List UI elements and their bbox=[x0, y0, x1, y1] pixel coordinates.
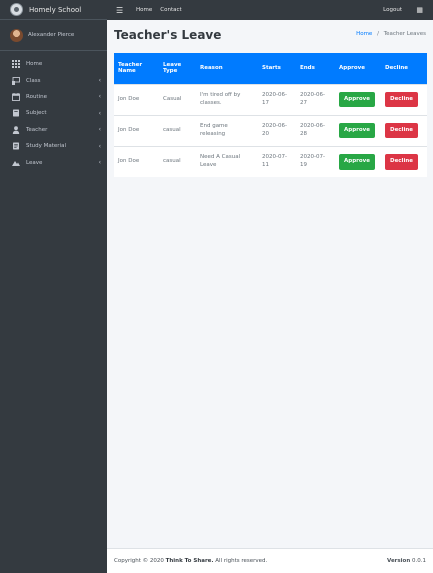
version-number: 0.0.1 bbox=[412, 558, 426, 564]
apps-grid-icon[interactable]: ▦ bbox=[416, 6, 423, 14]
cell-ends: 2020-06-28 bbox=[296, 114, 335, 146]
decline-button[interactable]: Decline bbox=[385, 122, 418, 139]
cell-decline: Decline bbox=[381, 114, 427, 146]
brand-link[interactable]: Homely School bbox=[0, 0, 107, 20]
chevron-left-icon: ‹ bbox=[98, 93, 101, 101]
cell-decline: Decline bbox=[381, 83, 427, 115]
routine-icon bbox=[12, 92, 20, 101]
chevron-left-icon: ‹ bbox=[98, 126, 101, 134]
column-header-approve: Approve bbox=[335, 53, 381, 84]
sidebar-item-label: Leave bbox=[26, 159, 43, 166]
cell-reason: End game releasing bbox=[196, 114, 258, 146]
table-row: Jon Doe Casual I'm tired off by classes.… bbox=[114, 83, 427, 115]
column-header-reason: Reason bbox=[196, 53, 258, 84]
cell-teacher-name: Jon Doe bbox=[114, 114, 159, 146]
decline-button[interactable]: Decline bbox=[385, 91, 418, 108]
page-title: Teacher's Leave bbox=[114, 28, 222, 42]
approve-button[interactable]: Approve bbox=[339, 153, 375, 170]
column-header-teacher-name: Teacher Name bbox=[114, 53, 159, 84]
version-label: Version bbox=[386, 558, 411, 564]
cell-leave-type: casual bbox=[159, 114, 196, 146]
cell-leave-type: Casual bbox=[159, 83, 196, 115]
sidebar-item-label: Teacher bbox=[26, 126, 48, 133]
main-content: Teacher's Leave Home / Teacher Leaves Te… bbox=[107, 20, 433, 548]
sidebar-item-class[interactable]: Class ‹ bbox=[0, 72, 107, 88]
cell-decline: Decline bbox=[381, 145, 427, 177]
sidebar-item-home[interactable]: Home bbox=[0, 56, 107, 72]
teacher-icon bbox=[12, 126, 20, 134]
nav-contact-link[interactable]: Contact bbox=[160, 7, 181, 13]
column-header-starts: Starts bbox=[258, 53, 296, 84]
cell-reason: I'm tired off by classes. bbox=[196, 83, 258, 115]
nav-home-link[interactable]: Home bbox=[136, 7, 152, 13]
column-header-leave-type: Leave Type bbox=[159, 53, 196, 84]
sidebar-item-label: Subject bbox=[26, 110, 47, 117]
column-header-decline: Decline bbox=[381, 53, 427, 84]
cell-starts: 2020-06-17 bbox=[258, 83, 296, 115]
chevron-left-icon: ‹ bbox=[98, 142, 101, 150]
cell-leave-type: casual bbox=[159, 145, 196, 177]
copyright: Copyright © 2020 Think To Share. All rig… bbox=[114, 558, 387, 564]
study-material-icon bbox=[12, 142, 20, 150]
cell-ends: 2020-06-27 bbox=[296, 83, 335, 115]
rights-text: All rights reserved. bbox=[215, 558, 268, 564]
cell-teacher-name: Jon Doe bbox=[114, 145, 159, 177]
cell-starts: 2020-06-20 bbox=[258, 114, 296, 146]
brand-name: Homely School bbox=[29, 5, 82, 14]
chevron-left-icon: ‹ bbox=[98, 77, 101, 85]
cell-approve: Approve bbox=[335, 114, 381, 146]
subject-icon bbox=[12, 109, 20, 117]
avatar bbox=[10, 28, 23, 42]
sidebar: Homely School Alexander Pierce Home Clas… bbox=[0, 0, 107, 573]
breadcrumb: Home / Teacher Leaves bbox=[356, 31, 426, 37]
version-info: Version 0.0.1 bbox=[387, 558, 426, 564]
brand-logo bbox=[10, 3, 23, 16]
breadcrumb-current: Teacher Leaves bbox=[383, 31, 426, 37]
sidebar-item-teacher[interactable]: Teacher ‹ bbox=[0, 122, 107, 138]
class-icon bbox=[12, 76, 20, 85]
hamburger-menu-icon[interactable]: ☰ bbox=[116, 6, 128, 15]
table-row: Jon Doe casual End game releasing 2020-0… bbox=[114, 114, 427, 146]
table-row: Jon Doe casual Need A Casual Leave 2020-… bbox=[114, 145, 427, 177]
cell-starts: 2020-07-11 bbox=[258, 145, 296, 177]
sidebar-item-subject[interactable]: Subject ‹ bbox=[0, 105, 107, 121]
footer: Copyright © 2020 Think To Share. All rig… bbox=[107, 548, 433, 573]
sidebar-nav: Home Class ‹ Routine ‹ Subject ‹ Teacher… bbox=[0, 51, 107, 171]
company-link[interactable]: Think To Share. bbox=[166, 558, 214, 564]
cell-reason: Need A Casual Leave bbox=[196, 145, 258, 177]
decline-button[interactable]: Decline bbox=[385, 153, 418, 170]
user-panel[interactable]: Alexander Pierce bbox=[0, 20, 107, 51]
leave-icon bbox=[12, 159, 20, 167]
chevron-left-icon: ‹ bbox=[98, 109, 101, 117]
logout-link[interactable]: Logout bbox=[383, 7, 402, 13]
breadcrumb-home-link[interactable]: Home bbox=[356, 31, 372, 37]
sidebar-item-label: Routine bbox=[26, 93, 47, 100]
sidebar-item-routine[interactable]: Routine ‹ bbox=[0, 89, 107, 105]
leave-table: Teacher Name Leave Type Reason Starts En… bbox=[114, 53, 427, 177]
cell-ends: 2020-07-19 bbox=[296, 145, 335, 177]
approve-button[interactable]: Approve bbox=[339, 122, 375, 139]
sidebar-item-label: Study Material bbox=[26, 143, 66, 150]
cell-approve: Approve bbox=[335, 145, 381, 177]
cell-teacher-name: Jon Doe bbox=[114, 83, 159, 115]
user-name: Alexander Pierce bbox=[28, 32, 75, 38]
cell-approve: Approve bbox=[335, 83, 381, 115]
sidebar-item-label: Class bbox=[26, 77, 41, 84]
sidebar-item-leave[interactable]: Leave ‹ bbox=[0, 154, 107, 170]
table-header-row: Teacher Name Leave Type Reason Starts En… bbox=[114, 53, 427, 84]
sidebar-item-label: Home bbox=[26, 61, 43, 68]
approve-button[interactable]: Approve bbox=[339, 91, 375, 108]
column-header-ends: Ends bbox=[296, 53, 335, 84]
sidebar-item-study-material[interactable]: Study Material ‹ bbox=[0, 138, 107, 154]
top-navbar: ☰ Home Contact Logout ▦ bbox=[107, 0, 433, 20]
home-icon bbox=[12, 60, 20, 69]
chevron-left-icon: ‹ bbox=[98, 159, 101, 167]
breadcrumb-separator: / bbox=[377, 31, 379, 37]
copyright-prefix: Copyright © 2020 bbox=[114, 558, 164, 564]
